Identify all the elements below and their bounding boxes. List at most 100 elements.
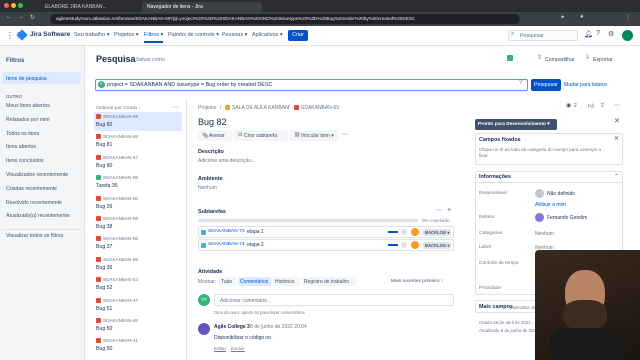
reporter-avatar: [535, 213, 544, 222]
nav-seu-trabalho[interactable]: Seu trabalho ▾: [74, 32, 109, 38]
sort-dropdown[interactable]: Ordenar por Criado ↓: [96, 106, 141, 111]
menu-icon[interactable]: ⋮: [625, 14, 631, 21]
user-avatar: VT: [198, 294, 210, 306]
assign-to-me-link[interactable]: Atribuir a mim: [535, 202, 566, 208]
profile-avatar[interactable]: [622, 30, 633, 41]
subtask-status[interactable]: BACKLOG ▾: [423, 228, 452, 236]
comment-author[interactable]: Agile College 3: [214, 324, 250, 330]
nav-pessoas[interactable]: Pessoas ▾: [222, 32, 247, 38]
subtasks-label: Subtarefas: [198, 209, 226, 215]
feedback-icon[interactable]: [507, 55, 513, 61]
watch-icon[interactable]: ◉: [566, 102, 571, 109]
issue-list-item[interactable]: SDAKANBAN-58 Bug 38: [96, 216, 180, 234]
minimize-window-icon[interactable]: [11, 3, 16, 8]
sidebar-item[interactable]: Visualizados recentemente: [6, 172, 68, 178]
query-help-icon[interactable]: ?: [519, 80, 522, 86]
more-actions-icon[interactable]: ⋯: [342, 131, 348, 138]
issue-list-item[interactable]: SDAKANBAN-53 Bug 52: [96, 277, 180, 295]
close-pinned-icon[interactable]: ✕: [614, 135, 619, 142]
subtask-title[interactable]: etapa 1: [247, 229, 264, 235]
field-value[interactable]: Fernando Gondim: [547, 215, 587, 221]
back-icon[interactable]: ←: [6, 14, 12, 20]
browser-tab-2[interactable]: Navegador de itens - Jira: [142, 2, 262, 12]
nav-paineis[interactable]: Painéis de controle ▾: [168, 32, 219, 38]
issue-list-item[interactable]: SDAKANBAN-67 Bug 80: [96, 154, 180, 173]
issue-list-item[interactable]: SDAKANBAN-56 Bug 37: [96, 236, 180, 254]
subtask-options-icon[interactable]: ⋯: [436, 207, 442, 214]
add-subtask-icon[interactable]: +: [447, 207, 451, 214]
browser-tab-1[interactable]: ELABORE JIRA KANBAN...: [40, 2, 140, 12]
sidebar-item[interactable]: Todos os itens: [6, 131, 39, 137]
sidebar-item-pesquisa[interactable]: Itens de pesquisa: [6, 76, 47, 82]
sidebar-item[interactable]: Itens concluídos: [6, 158, 44, 164]
sidebar-item[interactable]: Atualizado(a) recentemente: [6, 213, 70, 219]
share-button[interactable]: Compartilhar: [545, 57, 575, 63]
share-issue-icon[interactable]: ⇪: [600, 102, 605, 109]
issue-list-item[interactable]: SDAKANBAN-68 Bug 81: [96, 134, 180, 152]
reload-icon[interactable]: ↻: [30, 14, 35, 21]
sidebar-item[interactable]: Resolvido recentemente: [6, 200, 62, 206]
issue-list-item[interactable]: SDAKANBAN-46 Bug 50: [96, 318, 180, 336]
sidebar-all-filters[interactable]: Visualizar todos os filtros: [6, 233, 63, 239]
collapse-details-icon[interactable]: ⌃: [614, 173, 619, 180]
crumb-projects[interactable]: Projetos: [198, 105, 216, 111]
profile-icon[interactable]: ●: [580, 14, 584, 20]
issue-title[interactable]: Bug 82: [198, 117, 227, 127]
valid-query-icon: ✓: [98, 81, 105, 88]
like-icon[interactable]: 👍︎: [588, 102, 594, 110]
issue-list-item[interactable]: SDAKANBAN-60 Bug 39: [96, 195, 180, 214]
forward-icon[interactable]: →: [18, 14, 24, 20]
close-issue-icon[interactable]: ✕: [614, 117, 620, 125]
bug-icon: [96, 195, 101, 201]
search-button[interactable]: Pesquisar: [531, 79, 561, 91]
subtask-assignee-avatar[interactable]: [411, 228, 419, 236]
activity-sort[interactable]: Mais recentes primeiro ↕: [391, 279, 443, 284]
nav-projetos[interactable]: Projetos ▾: [114, 32, 138, 38]
close-window-icon[interactable]: [4, 3, 9, 8]
settings-icon[interactable]: ⚙: [608, 30, 614, 38]
share-icon[interactable]: ⇪: [537, 54, 542, 61]
nav-aplicativos[interactable]: Aplicativos ▾: [252, 32, 283, 38]
issue-list-item[interactable]: SDAKANBAN-41 Bug 50: [96, 338, 180, 356]
nav-filtros[interactable]: Filtros ▾: [144, 32, 164, 43]
crumb-issue[interactable]: SDAKANBAN-69: [301, 105, 339, 111]
issue-list-item[interactable]: SDAKANBAN-55 Bug 36: [96, 256, 180, 275]
sidebar-item[interactable]: Relatados por mim: [6, 117, 50, 123]
field-value[interactable]: Nenhum: [535, 231, 554, 237]
issue-list-item[interactable]: SDAKANBAN-69 Bug 82: [96, 114, 180, 132]
notifications-icon[interactable]: 🔔︎: [584, 30, 593, 38]
switch-basic-link[interactable]: Mudar para básico: [564, 82, 607, 88]
export-icon[interactable]: ⇩: [585, 54, 590, 61]
create-button[interactable]: Criar: [288, 30, 308, 41]
sidebar-item[interactable]: Meus itens abertos: [6, 103, 50, 109]
help-icon[interactable]: ?: [596, 30, 600, 37]
address-bar[interactable]: agiletestudyroom.atlassian.net/browse/SD…: [50, 14, 520, 24]
subtask-assignee-avatar[interactable]: [411, 241, 419, 249]
issue-title: Bug 39: [96, 203, 113, 210]
sidebar-item[interactable]: Criadas recentemente: [6, 186, 57, 192]
subtask-key[interactable]: SDAKANBAN-74: [208, 242, 245, 247]
maximize-window-icon[interactable]: [18, 3, 23, 8]
jira-logo-text[interactable]: Jira Software: [30, 31, 70, 38]
field-label: Categorias: [479, 231, 503, 236]
issue-more-icon[interactable]: ⋯: [614, 102, 620, 109]
subtask-key[interactable]: SDAKANBAN-73: [208, 229, 245, 234]
field-value[interactable]: Não definido: [547, 191, 575, 197]
export-button[interactable]: Exportar: [593, 57, 613, 63]
bug-icon: [96, 256, 101, 262]
save-as-button[interactable]: Salvar como: [136, 57, 165, 63]
issue-key: SDAKANBAN-69: [103, 114, 138, 120]
subtask-title[interactable]: etapa 2: [247, 242, 264, 248]
environment-field[interactable]: Nenhum: [198, 185, 217, 191]
issue-list-item[interactable]: SDAKANBAN-47 Bug 51: [96, 297, 180, 316]
list-options-icon[interactable]: ⋯: [172, 104, 178, 111]
subtask-status[interactable]: BACKLOG ▾: [423, 241, 452, 249]
edit-comment-link[interactable]: Editar: [214, 346, 226, 351]
sidebar-item[interactable]: Itens abertos: [6, 144, 36, 150]
comment-text: Disponibilizar o código no: [214, 335, 271, 341]
delete-comment-link[interactable]: Excluir: [231, 346, 245, 351]
crumb-project[interactable]: SALA DE AULA KANBAN: [232, 105, 289, 111]
issue-list-item[interactable]: SDAKANBAN-66 Tarefa 35: [96, 175, 180, 193]
extensions-icon[interactable]: ✦: [560, 14, 565, 21]
description-field[interactable]: Adicione uma descrição...: [198, 158, 255, 164]
